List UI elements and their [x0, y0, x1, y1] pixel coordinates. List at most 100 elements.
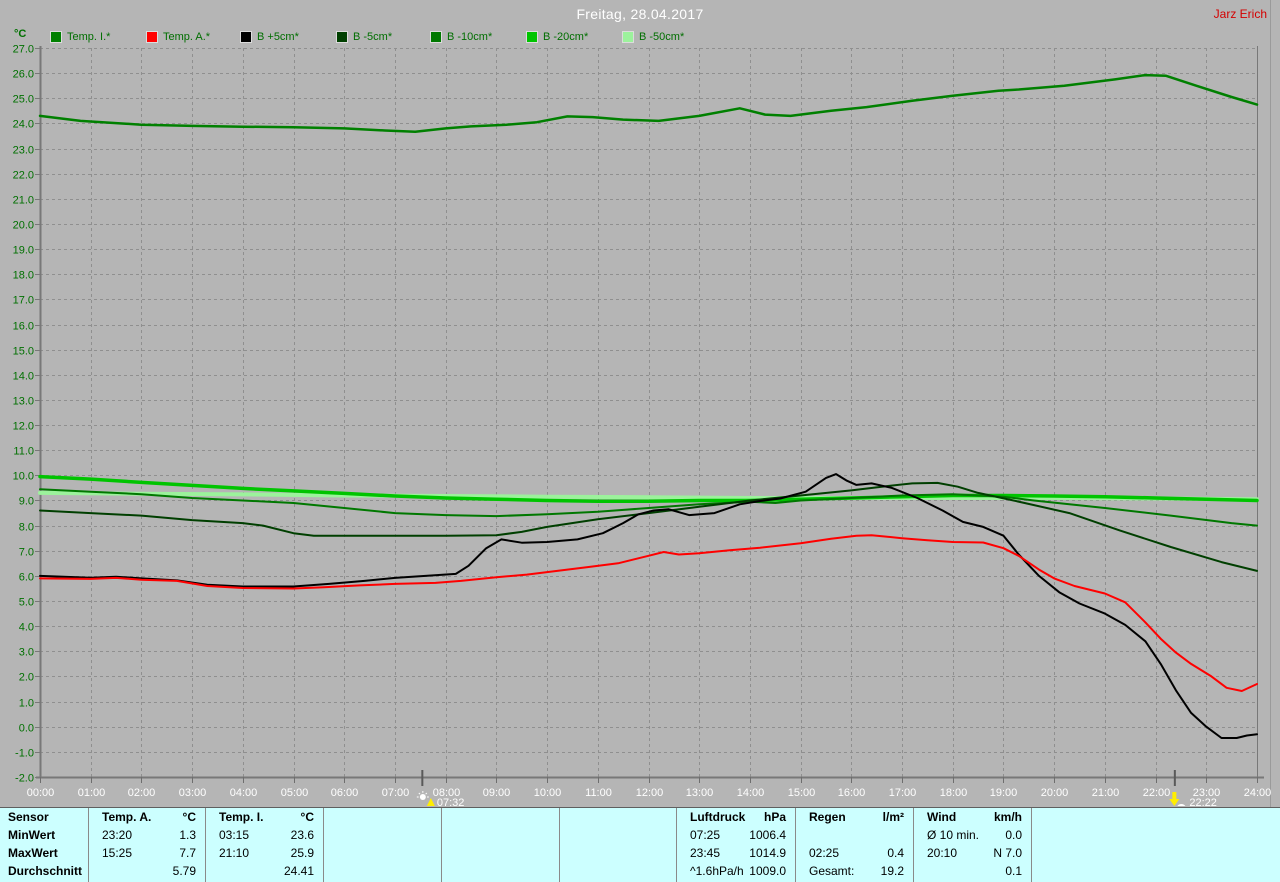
stats-cell: 20:10 N 7.0	[927, 846, 1022, 860]
x-tick-label: 18:00	[940, 787, 968, 799]
stats-col-temp-i: Temp. I. °C 03:15 23.6 21:10 25.9 24.41	[205, 808, 323, 882]
stats-cell: 0.1	[1005, 864, 1022, 878]
stats-cell	[442, 862, 559, 880]
stats-row-label: MaxWert	[8, 846, 58, 860]
stats-cell	[560, 862, 676, 880]
y-tick-label: 12.0	[13, 421, 34, 433]
y-tick-label: 0.0	[19, 723, 34, 735]
stats-col-wind: Wind km/h Ø 10 min. 0.0 20:10 N 7.0 0.1	[913, 808, 1031, 882]
stats-col-luftdruck: Luftdruck hPa 07:25 1006.4 23:45 1014.9 ^1.6hP…	[676, 808, 795, 882]
x-tick-label: 06:00	[331, 787, 359, 799]
series-line-temp-a	[39, 534, 1258, 692]
y-tick-label: 24.0	[13, 119, 34, 131]
stats-col-header	[442, 808, 559, 826]
y-tick-label: 15.0	[13, 346, 34, 358]
stats-col-empty-8	[1031, 808, 1280, 882]
stats-cell: 23:45 1014.9	[690, 846, 786, 860]
x-tick-label: 17:00	[889, 787, 917, 799]
y-tick-label: 18.0	[13, 270, 34, 282]
y-tick-label: 2.0	[19, 672, 34, 684]
stats-cell	[442, 826, 559, 844]
stats-col-temp-a: Temp. A. °C 23:20 1.3 15:25 7.7 5.79	[88, 808, 205, 882]
x-tick-label: 09:00	[483, 787, 511, 799]
y-tick-label: 21.0	[13, 195, 34, 207]
y-tick-label: 26.0	[13, 69, 34, 81]
x-tick-label: 04:00	[230, 787, 258, 799]
y-tick-label: 20.0	[13, 220, 34, 232]
stats-cell: Gesamt: 19.2	[809, 864, 904, 878]
y-tick-label: 23.0	[13, 145, 34, 157]
x-tick-label: 14:00	[737, 787, 765, 799]
x-tick-label: 11:00	[585, 787, 612, 799]
sunrise-arrow-icon	[426, 798, 435, 806]
stats-col-empty-4	[559, 808, 676, 882]
stats-col-header	[560, 808, 676, 826]
y-tick-label: 17.0	[13, 295, 34, 307]
stats-cell: 07:25 1006.4	[690, 828, 786, 842]
y-tick-label: 25.0	[13, 94, 34, 106]
stats-cell: Ø 10 min. 0.0	[927, 828, 1022, 842]
y-tick-label: 8.0	[19, 522, 34, 534]
stats-table: Sensor MinWert MaxWert Durchschnitt Temp. A.…	[0, 807, 1280, 882]
x-tick-label: 00:00	[27, 787, 55, 799]
stats-col-header	[1032, 808, 1280, 826]
x-tick-label: 02:00	[128, 787, 156, 799]
stats-cell: 15:25 7.7	[102, 846, 196, 860]
stats-cell	[1032, 826, 1280, 844]
stats-cell: 5.79	[172, 864, 196, 878]
stats-cell	[324, 826, 441, 844]
y-tick-label: 11.0	[13, 446, 34, 458]
stats-cell: 23:20 1.3	[102, 828, 196, 842]
stats-cell: 21:10 25.9	[219, 846, 314, 860]
stats-col-empty-3	[441, 808, 559, 882]
y-tick-label: 3.0	[19, 647, 34, 659]
y-tick-label: 16.0	[13, 321, 34, 333]
x-tick-label: 01:00	[78, 787, 106, 799]
stats-cell	[560, 844, 676, 862]
y-tick-label: 1.0	[19, 698, 34, 710]
stats-cell	[560, 826, 676, 844]
x-tick-label: 12:00	[636, 787, 664, 799]
weather-chart: 27.0 26.0 25.0 24.0 23.0 22.0 21.0 20.0 19.0 18.0…	[13, 0, 1271, 808]
x-tick-label: 10:00	[534, 787, 562, 799]
y-tick-label: 6.0	[19, 572, 34, 584]
stats-cell	[1032, 844, 1280, 862]
stats-row-labels: Sensor MinWert MaxWert Durchschnitt	[0, 808, 88, 882]
stats-cell	[324, 862, 441, 880]
x-tick-label: 20:00	[1041, 787, 1069, 799]
y-tick-label: 27.0	[13, 44, 34, 56]
x-tick-label: 03:00	[179, 787, 207, 799]
x-tick-label: 05:00	[281, 787, 309, 799]
x-tick-label: 15:00	[788, 787, 816, 799]
stats-cell	[796, 826, 913, 844]
sunrise-icon	[419, 794, 426, 800]
y-tick-label: 13.0	[13, 396, 34, 408]
y-tick-label: 14.0	[13, 371, 34, 383]
y-tick-label: 19.0	[13, 245, 34, 257]
stats-row-label: Durchschnitt	[8, 864, 83, 878]
x-tick-label: 21:00	[1092, 787, 1120, 799]
sunset-sun-icon	[1177, 804, 1186, 806]
stats-cell	[1032, 862, 1280, 880]
y-tick-label: 22.0	[13, 170, 34, 182]
y-tick-label: 5.0	[19, 597, 34, 609]
stats-cell: 03:15 23.6	[219, 828, 314, 842]
stats-col-header: Temp. I. °C	[219, 810, 314, 824]
y-tick-label: 9.0	[19, 496, 34, 508]
stats-col-regen: Regen l/m² 02:25 0.4 Gesamt: 19.2	[795, 808, 913, 882]
x-axis: 00:00 01:00 02:00 03:00 04:00 05:00 06:00 07:00…	[27, 777, 1271, 799]
sunset-arrow-icon	[1172, 792, 1177, 799]
stats-cell: ^1.6hPa/h 1009.0	[690, 864, 786, 878]
x-tick-label: 16:00	[838, 787, 866, 799]
stats-cell: 02:25 0.4	[809, 846, 904, 860]
y-tick-label: -1.0	[15, 748, 34, 760]
stats-col-header: Wind km/h	[927, 810, 1022, 824]
x-tick-label: 19:00	[990, 787, 1018, 799]
stats-cell: 24.41	[283, 864, 314, 878]
stats-row-label: Sensor	[8, 810, 49, 824]
stats-cell	[324, 844, 441, 862]
x-tick-label: 07:00	[382, 787, 410, 799]
y-tick-label: 7.0	[19, 547, 34, 559]
stats-col-header: Temp. A. °C	[102, 810, 196, 824]
y-tick-label: -2.0	[15, 773, 34, 785]
